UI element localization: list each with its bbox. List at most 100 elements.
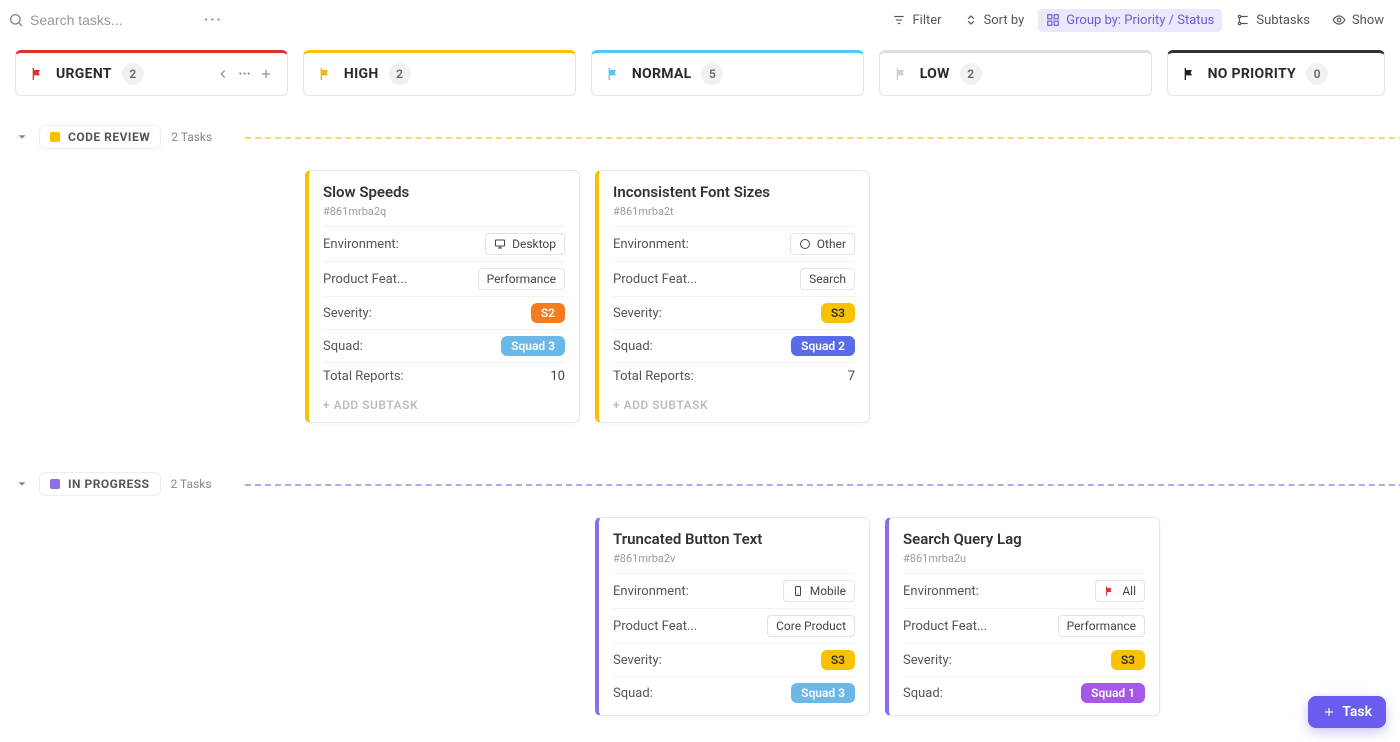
flag-icon	[1182, 66, 1198, 82]
column-name: LOW	[920, 66, 950, 82]
group-header[interactable]: CODE REVIEW 2 Tasks	[15, 122, 1400, 152]
search-input[interactable]	[30, 12, 190, 28]
squad-badge[interactable]: Squad 3	[501, 336, 565, 356]
column-count: 2	[122, 63, 144, 85]
severity-badge[interactable]: S3	[821, 303, 855, 323]
field-label: Product Feat...	[323, 272, 407, 287]
priority-columns-row: URGENT 2 ··· HIGH 2 NORMAL 5 LOW 2 NO PR…	[0, 40, 1400, 96]
squad-badge[interactable]: Squad 2	[791, 336, 855, 356]
add-subtask-button[interactable]: + ADD SUBTASK	[613, 390, 855, 416]
show-icon	[1332, 13, 1346, 27]
reports-value: 10	[550, 369, 565, 384]
group-row: Truncated Button Text #861mrba2v Environ…	[15, 499, 1400, 716]
top-toolbar: ··· Filter Sort by Group by: Priority / …	[0, 0, 1400, 40]
task-card[interactable]: Slow Speeds #861mrba2q Environment: Desk…	[305, 170, 580, 423]
group-header[interactable]: IN PROGRESS 2 Tasks	[15, 469, 1400, 499]
chevron-left-icon[interactable]	[216, 67, 230, 81]
group-code-review: CODE REVIEW 2 Tasks Slow Speeds #861mrba…	[0, 122, 1400, 423]
chevron-down-icon[interactable]	[15, 130, 29, 144]
squad-badge[interactable]: Squad 3	[791, 683, 855, 703]
show-button[interactable]: Show	[1324, 9, 1392, 32]
group-row: Slow Speeds #861mrba2q Environment: Desk…	[15, 152, 1400, 423]
column-tools: ···	[216, 66, 273, 82]
field-label: Environment:	[613, 584, 689, 599]
field-label: Total Reports:	[323, 369, 404, 384]
subtasks-button[interactable]: Subtasks	[1228, 9, 1318, 32]
task-title: Truncated Button Text	[613, 530, 855, 548]
column-name: HIGH	[344, 66, 379, 82]
column-count: 5	[701, 63, 723, 85]
feature-chip[interactable]: Core Product	[767, 615, 855, 637]
field-label: Product Feat...	[903, 619, 987, 634]
group-divider-line	[245, 484, 1400, 486]
subtasks-label: Subtasks	[1256, 13, 1310, 28]
task-card[interactable]: Search Query Lag #861mrba2u Environment:…	[885, 517, 1160, 716]
add-subtask-button[interactable]: + ADD SUBTASK	[323, 390, 565, 416]
status-chip[interactable]: IN PROGRESS	[39, 472, 161, 496]
group-label: Group by: Priority / Status	[1066, 13, 1214, 28]
column-header-urgent[interactable]: URGENT 2 ···	[15, 50, 288, 96]
status-name: CODE REVIEW	[68, 130, 150, 144]
environment-chip[interactable]: All	[1095, 580, 1145, 602]
feature-chip[interactable]: Performance	[1058, 615, 1145, 637]
column-count: 2	[960, 63, 982, 85]
squad-badge[interactable]: Squad 1	[1081, 683, 1145, 703]
field-label: Squad:	[323, 339, 363, 354]
task-id: #861mrba2v	[613, 552, 855, 565]
status-color-icon	[50, 132, 60, 142]
group-divider-line	[245, 137, 1400, 139]
feature-chip[interactable]: Performance	[478, 268, 565, 290]
environment-chip[interactable]: Other	[790, 233, 855, 255]
field-label: Squad:	[613, 339, 653, 354]
environment-chip[interactable]: Desktop	[485, 233, 565, 255]
flag-icon	[318, 66, 334, 82]
task-id: #861mrba2q	[323, 205, 565, 218]
chevron-down-icon[interactable]	[15, 477, 29, 491]
severity-badge[interactable]: S3	[821, 650, 855, 670]
status-chip[interactable]: CODE REVIEW	[39, 125, 161, 149]
group-by-button[interactable]: Group by: Priority / Status	[1038, 9, 1222, 32]
status-name: IN PROGRESS	[68, 477, 150, 491]
task-card[interactable]: Truncated Button Text #861mrba2v Environ…	[595, 517, 870, 716]
column-name: NORMAL	[632, 66, 692, 82]
task-card[interactable]: Inconsistent Font Sizes #861mrba2t Envir…	[595, 170, 870, 423]
subtasks-icon	[1236, 13, 1250, 27]
plus-icon	[1322, 705, 1336, 719]
column-header-normal[interactable]: NORMAL 5	[591, 50, 864, 96]
environment-chip[interactable]: Mobile	[783, 580, 855, 602]
column-header-high[interactable]: HIGH 2	[303, 50, 576, 96]
filter-button[interactable]: Filter	[884, 9, 949, 32]
task-title: Search Query Lag	[903, 530, 1145, 548]
column-header-no-priority[interactable]: NO PRIORITY 0	[1167, 50, 1385, 96]
task-id: #861mrba2t	[613, 205, 855, 218]
group-task-count: 2 Tasks	[171, 130, 212, 144]
more-menu-button[interactable]: ···	[196, 8, 231, 32]
field-label: Severity:	[613, 306, 662, 321]
flag-icon	[30, 66, 46, 82]
column-count: 0	[1306, 63, 1328, 85]
new-task-button[interactable]: Task	[1308, 696, 1386, 728]
filter-label: Filter	[912, 13, 941, 28]
field-label: Environment:	[613, 237, 689, 252]
severity-badge[interactable]: S3	[1111, 650, 1145, 670]
field-label: Environment:	[903, 584, 979, 599]
sort-icon	[964, 13, 978, 27]
severity-badge[interactable]: S2	[531, 303, 565, 323]
column-more-icon[interactable]: ···	[238, 66, 251, 82]
fab-label: Task	[1342, 704, 1372, 720]
field-label: Total Reports:	[613, 369, 694, 384]
column-header-low[interactable]: LOW 2	[879, 50, 1152, 96]
feature-chip[interactable]: Search	[800, 268, 855, 290]
plus-icon[interactable]	[259, 67, 273, 81]
column-name: NO PRIORITY	[1208, 66, 1296, 82]
other-icon	[799, 238, 811, 250]
desktop-icon	[494, 238, 506, 250]
mobile-icon	[792, 585, 804, 597]
field-label: Severity:	[613, 653, 662, 668]
field-label: Product Feat...	[613, 619, 697, 634]
flag-icon	[606, 66, 622, 82]
sort-button[interactable]: Sort by	[956, 9, 1033, 32]
search-icon	[8, 12, 24, 28]
flag-icon	[1104, 585, 1116, 597]
filter-icon	[892, 13, 906, 27]
